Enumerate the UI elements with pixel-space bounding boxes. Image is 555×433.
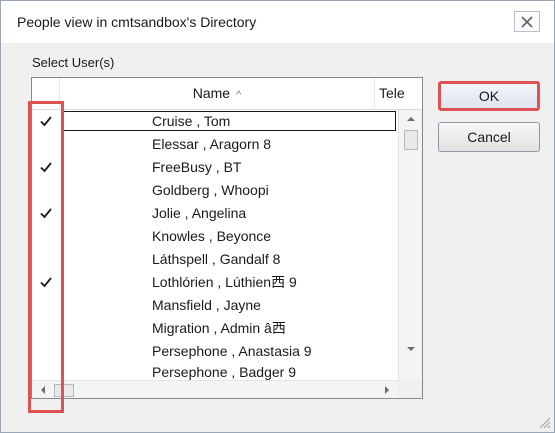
user-name: Elessar , Aragorn 8 <box>152 136 272 152</box>
user-name: Mansfield , Jayne <box>152 297 261 313</box>
user-name: Cruise , Tom <box>152 113 231 129</box>
user-name: Lothlórien , Lúthien西 9 <box>152 274 297 290</box>
sort-ascending-icon: ^ <box>236 89 242 101</box>
user-row[interactable]: Persephone , Anastasia 9 <box>32 340 398 362</box>
column-header-telephone-label: Tele <box>379 85 405 101</box>
vertical-scrollbar[interactable] <box>398 110 422 380</box>
check-column-highlight <box>28 101 64 413</box>
users-list[interactable]: Name ^ Tele Cruise , Tom Elessar , Aragorn… <box>31 77 423 399</box>
close-button[interactable] <box>514 11 540 32</box>
user-name: Knowles , Beyonce <box>152 228 272 244</box>
scroll-right-icon[interactable] <box>378 381 396 398</box>
user-row[interactable]: Goldberg , Whoopi <box>32 179 398 201</box>
user-row[interactable]: Cruise , Tom <box>32 110 398 132</box>
title-bar: People view in cmtsandbox's Directory <box>1 1 554 43</box>
user-rows: Cruise , Tom Elessar , Aragorn 8 FreeBusy … <box>32 110 398 380</box>
user-row[interactable]: Knowles , Beyonce <box>32 225 398 247</box>
user-row[interactable]: FreeBusy , BT <box>32 156 398 178</box>
user-name: FreeBusy , BT <box>152 159 242 175</box>
user-name: Migration , Admin â西 <box>152 320 286 336</box>
user-name: Persephone , Anastasia 9 <box>152 343 312 359</box>
cancel-button[interactable]: Cancel <box>438 122 540 152</box>
user-row[interactable]: Lothlórien , Lúthien西 9 <box>32 271 398 293</box>
user-name: Jolie , Angelina <box>152 205 247 221</box>
vertical-scroll-thumb[interactable] <box>404 130 418 150</box>
user-row[interactable]: Jolie , Angelina <box>32 202 398 224</box>
ok-button[interactable]: OK <box>438 81 540 111</box>
resize-grip-icon[interactable] <box>537 415 551 429</box>
user-name: Goldberg , Whoopi <box>152 182 269 198</box>
list-header: Name ^ Tele <box>32 78 422 110</box>
user-row[interactable]: Elessar , Aragorn 8 <box>32 133 398 155</box>
people-picker-dialog: People view in cmtsandbox's Directory Se… <box>0 0 555 433</box>
select-users-label: Select User(s) <box>32 55 115 70</box>
user-name: Láthspell , Gandalf 8 <box>152 251 281 267</box>
horizontal-scrollbar[interactable] <box>32 380 398 398</box>
user-row[interactable]: Persephone , Badger 9 <box>32 363 398 380</box>
window-title: People view in cmtsandbox's Directory <box>17 14 257 30</box>
column-header-name-label: Name <box>192 85 231 101</box>
column-header-name[interactable]: Name ^ <box>60 78 375 109</box>
scroll-up-icon[interactable] <box>399 110 422 128</box>
scroll-down-icon[interactable] <box>399 340 422 358</box>
column-header-telephone[interactable]: Tele <box>375 78 422 109</box>
user-row[interactable]: Láthspell , Gandalf 8 <box>32 248 398 270</box>
dialog-body: Select User(s) Name ^ Tele Cruise , Tom El… <box>1 43 554 432</box>
user-name: Persephone , Badger 9 <box>152 364 296 380</box>
user-row[interactable]: Mansfield , Jayne <box>32 294 398 316</box>
close-icon <box>521 15 533 28</box>
scrollbar-corner <box>398 380 422 398</box>
user-row[interactable]: Migration , Admin â西 <box>32 317 398 339</box>
